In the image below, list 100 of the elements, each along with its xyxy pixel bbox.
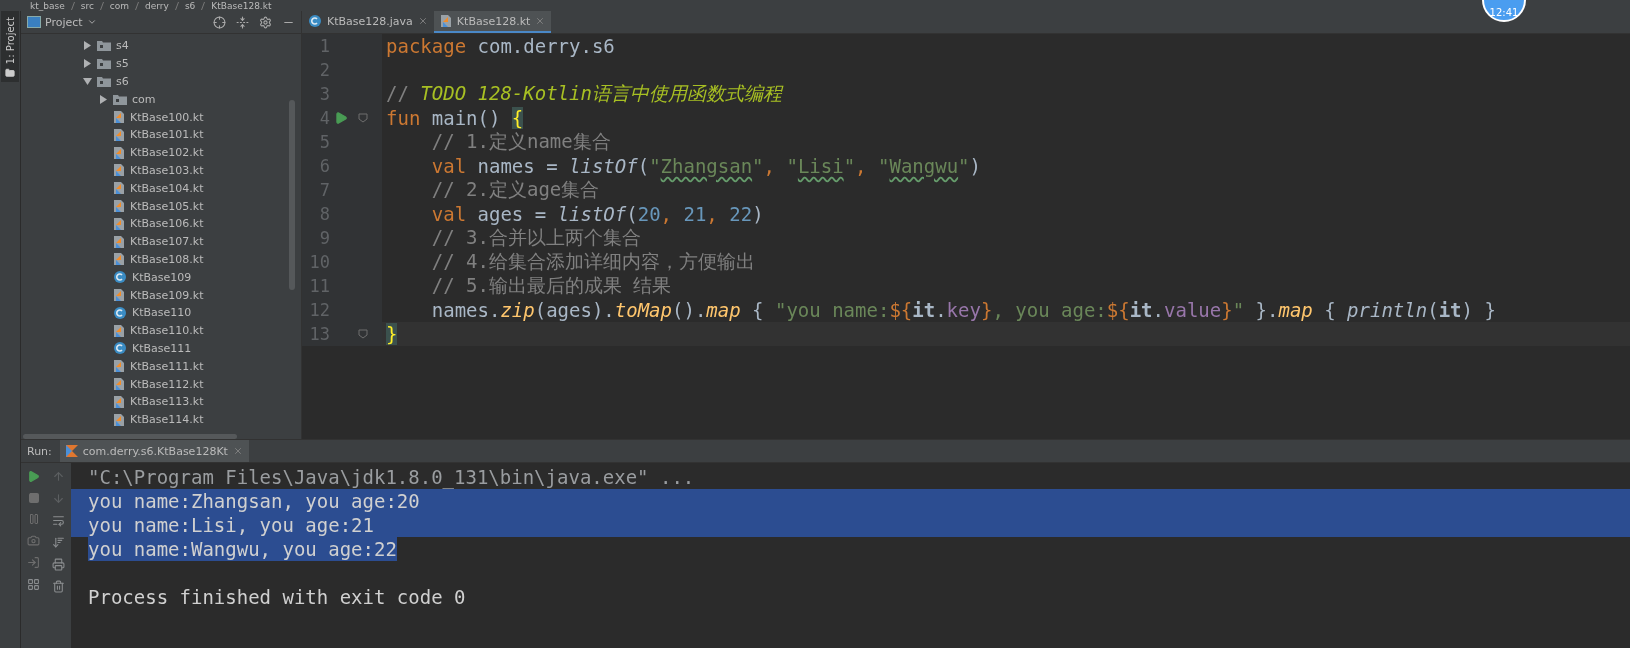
window-icon bbox=[27, 16, 41, 28]
code-line: val ages = listOf(20, 21, 22) bbox=[430, 203, 764, 225]
separator-icon bbox=[99, 1, 104, 10]
separator-icon bbox=[135, 1, 140, 10]
folder-icon bbox=[5, 68, 15, 79]
tree-item[interactable]: KtBase100.kt bbox=[130, 110, 204, 124]
editor-tab[interactable]: KtBase128.java bbox=[302, 11, 434, 33]
caret-icon bbox=[86, 17, 97, 27]
camera-icon[interactable] bbox=[27, 534, 40, 547]
folder-icon bbox=[97, 40, 111, 52]
stop-icon[interactable] bbox=[27, 492, 40, 504]
folder-icon bbox=[97, 58, 111, 70]
scrollbar[interactable] bbox=[23, 434, 237, 439]
breadcrumb-item[interactable]: src bbox=[80, 0, 94, 11]
print-icon[interactable] bbox=[52, 558, 65, 571]
login-icon[interactable] bbox=[27, 556, 40, 569]
close-icon[interactable] bbox=[232, 446, 243, 456]
tree-item[interactable]: KtBase113.kt bbox=[130, 395, 204, 409]
code-line: names.zip(ages).toMap().map { "you name:${it.key}, you age:${it.value}" }.map { println(it) } bbox=[430, 299, 1496, 321]
tree-item[interactable]: KtBase111 bbox=[132, 341, 192, 355]
tree-item[interactable]: KtBase112.kt bbox=[130, 377, 204, 391]
code-line: // 3.合并以上两个集合 bbox=[430, 225, 641, 250]
project-view-dropdown[interactable]: Project bbox=[27, 15, 97, 29]
separator-icon bbox=[70, 1, 75, 10]
tree-item[interactable]: KtBase109 bbox=[132, 270, 192, 284]
collapse-icon[interactable] bbox=[236, 15, 249, 29]
soft-wrap-icon[interactable] bbox=[52, 514, 65, 527]
tree-item[interactable]: s5 bbox=[116, 57, 129, 71]
tree-item[interactable]: KtBase111.kt bbox=[130, 359, 204, 373]
tree-item[interactable]: KtBase106.kt bbox=[130, 217, 204, 231]
settings-icon[interactable] bbox=[259, 15, 272, 29]
pause-icon[interactable] bbox=[27, 513, 40, 525]
kotlin-file-icon bbox=[113, 127, 125, 142]
code-line: // 2.定义age集合 bbox=[430, 177, 600, 202]
kotlin-file-icon bbox=[113, 216, 125, 231]
code-line: // 5.输出最后的成果 结果 bbox=[430, 273, 672, 298]
expanded-arrow-icon[interactable] bbox=[83, 77, 92, 86]
kotlin-file-icon bbox=[113, 199, 125, 214]
kotlin-file-icon bbox=[113, 377, 125, 392]
class-icon bbox=[113, 305, 127, 320]
code-line: // 1.定义name集合 bbox=[430, 129, 611, 154]
run-icon[interactable] bbox=[27, 470, 40, 483]
kotlin-file-icon bbox=[113, 145, 125, 160]
kotlin-file-icon bbox=[113, 252, 125, 267]
code-line: // TODO 128-Kotlin语言中使用函数式编程 bbox=[385, 81, 782, 106]
project-tool-button[interactable]: 1: Project bbox=[1, 11, 19, 83]
folder-icon bbox=[113, 93, 127, 105]
code-line: // 4.给集合添加详细内容，方便输出 bbox=[430, 249, 755, 274]
down-arrow-icon[interactable] bbox=[52, 492, 65, 505]
fold-icon[interactable] bbox=[358, 329, 368, 339]
code-line: fun main() { bbox=[385, 107, 524, 129]
up-arrow-icon[interactable] bbox=[52, 470, 65, 483]
tree-item[interactable]: KtBase102.kt bbox=[130, 146, 204, 160]
fold-icon[interactable] bbox=[358, 113, 368, 123]
console-line: "C:\Program Files\Java\jdk1.8.0_131\bin\java.exe" ... bbox=[88, 465, 695, 489]
tree-item[interactable]: KtBase101.kt bbox=[130, 128, 204, 142]
layout-icon[interactable] bbox=[27, 578, 40, 591]
kotlin-file-icon bbox=[113, 394, 125, 409]
tree-item[interactable]: s6 bbox=[116, 75, 129, 88]
tree-item[interactable]: KtBase104.kt bbox=[130, 181, 204, 195]
run-icon[interactable] bbox=[334, 111, 348, 125]
breadcrumb-item[interactable]: kt_base bbox=[30, 0, 65, 11]
breadcrumb-item[interactable]: derry bbox=[145, 0, 169, 11]
run-label: Run: bbox=[26, 444, 53, 458]
tree-item[interactable]: KtBase105.kt bbox=[130, 199, 204, 213]
tree-item[interactable]: KtBase103.kt bbox=[130, 163, 204, 177]
tree-item[interactable]: com bbox=[132, 92, 156, 106]
tree-item[interactable]: KtBase114.kt bbox=[130, 413, 204, 427]
code-line: val names = listOf("Zhangsan", "Lisi", "Wangwu") bbox=[430, 155, 981, 177]
tree-item[interactable]: KtBase110.kt bbox=[130, 324, 204, 338]
tree-item[interactable]: KtBase109.kt bbox=[130, 288, 204, 302]
tree-item[interactable]: KtBase108.kt bbox=[130, 252, 204, 266]
editor-tab[interactable]: KtBase128.kt bbox=[433, 11, 552, 33]
kotlin-file-icon bbox=[113, 234, 125, 249]
kotlin-file-icon bbox=[439, 14, 452, 28]
breadcrumb-item[interactable]: com bbox=[109, 0, 130, 11]
kotlin-file-icon bbox=[113, 359, 125, 374]
class-icon bbox=[113, 341, 127, 356]
tree-item[interactable]: KtBase110 bbox=[132, 306, 192, 320]
kotlin-file-icon bbox=[113, 110, 125, 125]
class-icon bbox=[308, 14, 322, 28]
class-icon bbox=[113, 270, 127, 285]
kotlin-file-icon bbox=[113, 181, 125, 196]
scrollbar[interactable] bbox=[289, 100, 295, 290]
tree-item[interactable]: s4 bbox=[116, 39, 129, 53]
crosshair-icon[interactable] bbox=[213, 15, 226, 29]
breadcrumb-item[interactable]: KtBase128.kt bbox=[211, 0, 272, 11]
tree-item[interactable]: KtBase107.kt bbox=[130, 235, 204, 249]
trash-icon[interactable] bbox=[52, 580, 65, 593]
close-icon[interactable] bbox=[535, 16, 546, 26]
separator-icon bbox=[174, 1, 179, 10]
kotlin-file-icon bbox=[113, 412, 125, 427]
kotlin-file-icon bbox=[113, 323, 125, 338]
close-icon[interactable] bbox=[417, 16, 428, 26]
console-line: Process finished with exit code 0 bbox=[88, 585, 466, 609]
code-line: package com.derry.s6 bbox=[385, 35, 615, 57]
run-tab[interactable]: com.derry.s6.KtBase128Kt bbox=[59, 440, 249, 462]
collapsed-arrow-icon[interactable] bbox=[99, 94, 108, 104]
breadcrumb-item[interactable]: s6 bbox=[184, 0, 196, 11]
scroll-to-end-icon[interactable] bbox=[52, 536, 65, 549]
